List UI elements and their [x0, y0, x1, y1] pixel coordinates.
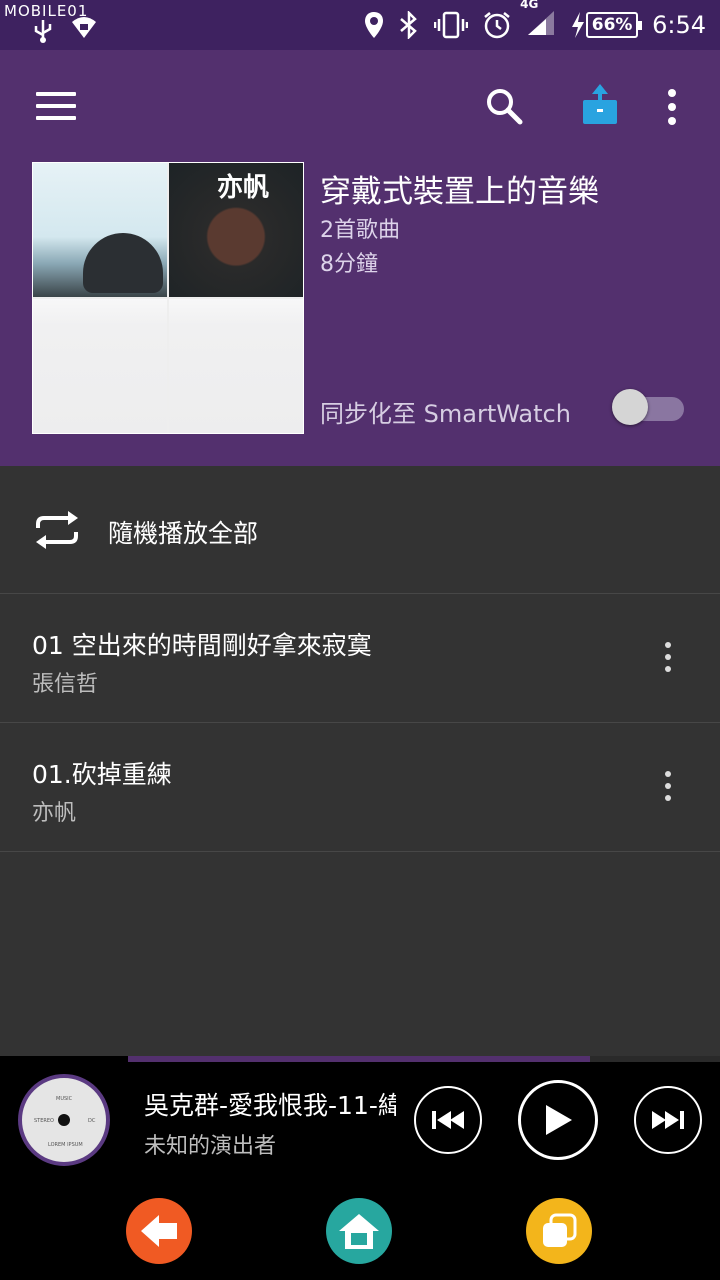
disc-label: STEREO — [34, 1118, 54, 1124]
more-icon[interactable] — [660, 88, 684, 126]
battery-level: 66% — [586, 12, 643, 38]
recent-apps-icon — [543, 1213, 577, 1247]
track-more-button[interactable] — [658, 642, 678, 678]
wifi-icon — [72, 17, 96, 38]
album-duration: 8分鐘 — [320, 252, 378, 277]
play-icon — [546, 1105, 572, 1135]
album-header: 亦帆 穿戴式裝置上的音樂 2首歌曲 8分鐘 同步化至 SmartWatch — [0, 50, 720, 466]
disc-label: MUSIC — [56, 1096, 73, 1102]
cover-art-placeholder — [169, 299, 303, 433]
menu-button[interactable] — [36, 92, 76, 122]
menu-icon — [36, 92, 76, 96]
signal-icon — [528, 11, 555, 35]
back-icon — [141, 1215, 177, 1247]
previous-icon — [432, 1111, 464, 1129]
more-icon — [665, 771, 671, 777]
track-artist: 張信哲 — [32, 672, 99, 697]
now-playing-artist[interactable]: 未知的演出者 — [144, 1128, 276, 1160]
cover-art-text: 亦帆 — [217, 173, 270, 203]
play-button[interactable] — [518, 1080, 598, 1160]
recent-apps-button[interactable] — [526, 1198, 592, 1264]
home-icon — [339, 1214, 379, 1249]
alarm-icon — [484, 12, 510, 39]
network-type: 4G — [520, 0, 539, 11]
cast-icon[interactable] — [580, 82, 620, 128]
status-bar: MOBILE01 4G 66% 6:54 — [0, 0, 720, 50]
usb-icon — [34, 20, 52, 43]
clock: 6:54 — [652, 11, 706, 39]
now-playing-artwork[interactable]: MUSIC STEREO DC LOREM IPSUM — [18, 1074, 110, 1166]
location-icon — [365, 12, 384, 38]
disc-label: DC — [88, 1118, 96, 1124]
playback-progress-fill — [128, 1056, 590, 1062]
signal-indicator: 4G — [520, 0, 556, 41]
cover-art-placeholder — [33, 299, 167, 433]
shuffle-all-button[interactable]: 隨機播放全部 — [0, 466, 720, 594]
track-title: 01 空出來的時間剛好拿來寂寞 — [32, 631, 372, 660]
bluetooth-icon — [400, 11, 417, 39]
playback-progress[interactable] — [128, 1056, 720, 1062]
search-icon[interactable] — [484, 86, 524, 126]
home-button[interactable] — [326, 1198, 392, 1264]
list-item[interactable]: 01 空出來的時間剛好拿來寂寞 張信哲 — [0, 594, 720, 723]
more-icon — [665, 642, 671, 648]
mini-player[interactable]: MUSIC STEREO DC LOREM IPSUM 吳克群-愛我恨我-11-… — [0, 1056, 720, 1180]
disc-label: LOREM IPSUM — [48, 1142, 83, 1148]
track-artist: 亦帆 — [32, 801, 77, 826]
track-more-button[interactable] — [658, 771, 678, 807]
sync-toggle-knob — [612, 389, 648, 425]
song-list: 隨機播放全部 01 空出來的時間剛好拿來寂寞 張信哲 01.砍掉重練 亦帆 — [0, 466, 720, 1056]
battery-indicator: 66% — [570, 11, 643, 39]
now-playing-title[interactable]: 吳克群-愛我恨我-11-緯 — [144, 1086, 396, 1122]
cover-art-2: 亦帆 — [169, 163, 303, 297]
album-cover: 亦帆 — [32, 162, 304, 434]
sync-toggle[interactable] — [612, 389, 684, 425]
shuffle-icon — [36, 511, 78, 549]
next-icon — [652, 1111, 684, 1129]
charging-icon — [572, 12, 585, 38]
cover-art-1 — [33, 163, 167, 297]
track-title: 01.砍掉重練 — [32, 760, 172, 789]
list-item[interactable]: 01.砍掉重練 亦帆 — [0, 723, 720, 852]
back-button[interactable] — [126, 1198, 192, 1264]
sync-label: 同步化至 SmartWatch — [320, 400, 571, 428]
previous-button[interactable] — [414, 1086, 482, 1154]
shuffle-label: 隨機播放全部 — [108, 519, 259, 548]
song-count: 2首歌曲 — [320, 218, 400, 243]
navigation-bar — [0, 1180, 720, 1280]
vibrate-icon — [434, 11, 469, 39]
album-title: 穿戴式裝置上的音樂 — [320, 174, 599, 210]
next-button[interactable] — [634, 1086, 702, 1154]
